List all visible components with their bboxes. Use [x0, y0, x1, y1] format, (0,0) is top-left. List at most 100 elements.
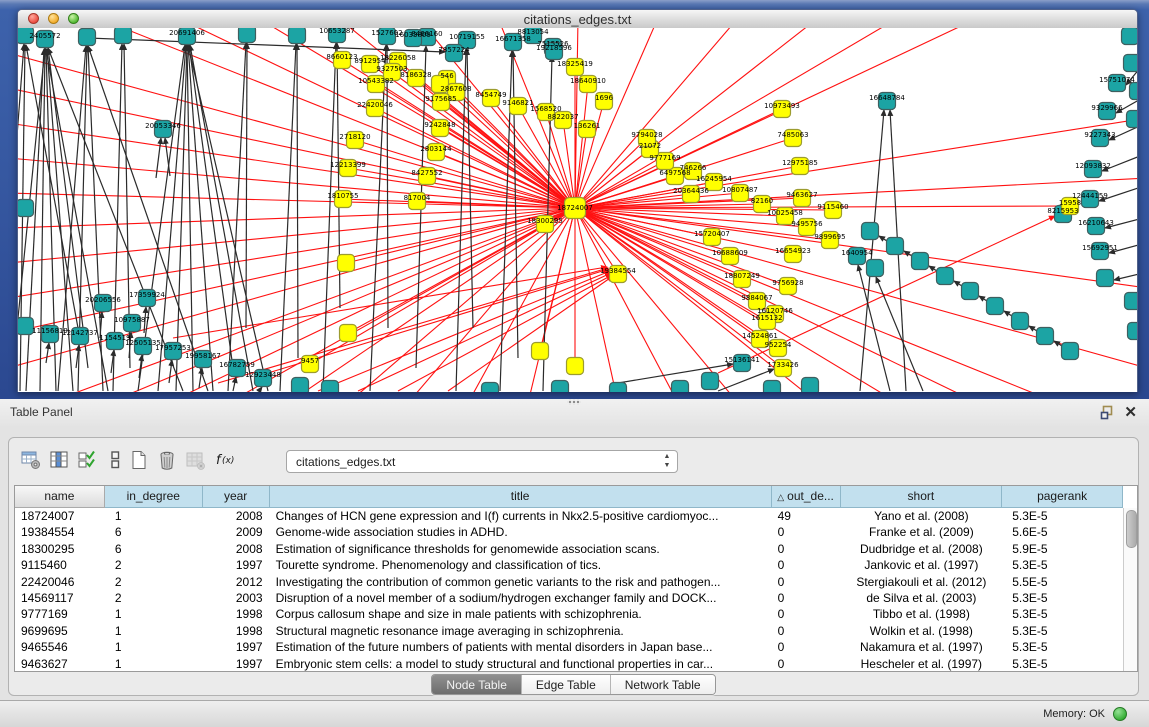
graph-node[interactable]: [567, 358, 584, 375]
column-header-short[interactable]: short: [841, 486, 1003, 508]
graph-edge[interactable]: [18, 208, 575, 228]
column-header-year[interactable]: year: [203, 486, 270, 508]
table-row[interactable]: 1872400712008Changes of HCN gene express…: [15, 508, 1123, 524]
graph-node[interactable]: [1125, 293, 1138, 310]
graph-edge[interactable]: [288, 208, 575, 392]
graph-edge[interactable]: [376, 84, 575, 208]
graph-node[interactable]: [1012, 313, 1029, 330]
graph-edge[interactable]: [468, 208, 575, 392]
graph-edge[interactable]: [876, 277, 923, 391]
table-row[interactable]: 977716911998Corpus callosum shape and si…: [15, 606, 1123, 622]
column-header-name[interactable]: name: [15, 486, 105, 508]
column-visibility-icon[interactable]: [47, 448, 71, 472]
column-header-title[interactable]: title: [270, 486, 772, 508]
graph-edge[interactable]: [575, 28, 978, 208]
graph-node[interactable]: [1128, 323, 1138, 340]
graph-edge[interactable]: [26, 45, 78, 328]
graph-edge[interactable]: [20, 45, 25, 391]
graph-edge[interactable]: [858, 265, 890, 391]
graph-node[interactable]: [340, 325, 357, 342]
graph-edge[interactable]: [156, 138, 161, 178]
graph-node[interactable]: [1127, 111, 1138, 128]
column-header-pagerank[interactable]: pagerank: [1002, 486, 1123, 508]
graph-edge[interactable]: [1114, 273, 1137, 280]
graph-node[interactable]: [802, 378, 819, 393]
graph-edge[interactable]: [408, 208, 575, 392]
graph-edge[interactable]: [575, 101, 604, 208]
window-titlebar[interactable]: citations_edges.txt: [18, 10, 1137, 29]
graph-node[interactable]: [937, 268, 954, 285]
graph-edge[interactable]: [575, 208, 767, 321]
graph-node[interactable]: [1037, 328, 1054, 345]
graph-node[interactable]: [610, 383, 627, 393]
graph-edge[interactable]: [258, 28, 575, 208]
tab-node-table[interactable]: Node Table: [432, 675, 522, 694]
graph-node[interactable]: [322, 381, 339, 393]
graph-node[interactable]: [18, 318, 34, 335]
graph-node[interactable]: [862, 223, 879, 240]
import-table-icon[interactable]: [183, 448, 207, 472]
graph-node[interactable]: [338, 255, 355, 272]
graph-node[interactable]: [912, 253, 929, 270]
graph-edge[interactable]: [233, 377, 236, 391]
column-header-out_de[interactable]: △out_de...: [772, 486, 841, 508]
split-pane-handle[interactable]: [567, 399, 581, 405]
graph-node[interactable]: [482, 383, 499, 393]
graph-node[interactable]: [18, 200, 34, 217]
table-row[interactable]: 911546021997Tourette syndrome. Phenomeno…: [15, 557, 1123, 573]
graph-node[interactable]: [532, 343, 549, 360]
graph-node[interactable]: [1122, 28, 1138, 45]
graph-node[interactable]: [115, 28, 132, 44]
tab-network-table[interactable]: Network Table: [611, 675, 715, 694]
graph-node[interactable]: [1097, 270, 1114, 287]
graph-edge[interactable]: [46, 343, 49, 363]
table-mode-icon[interactable]: [103, 448, 127, 472]
graph-edge[interactable]: [575, 138, 647, 208]
graph-node[interactable]: [764, 381, 781, 393]
graph-node[interactable]: [867, 260, 884, 277]
graph-node[interactable]: [887, 238, 904, 255]
table-settings-icon[interactable]: [19, 448, 43, 472]
graph-edge[interactable]: [189, 45, 233, 368]
graph-node[interactable]: [239, 28, 256, 43]
network-canvas[interactable]: 2405572206914061065328715276028466160107…: [18, 28, 1137, 392]
close-panel-icon[interactable]: ✕: [1124, 405, 1137, 420]
graph-edge[interactable]: [18, 208, 575, 298]
table-selector[interactable]: citations_edges.txt ▲▼: [286, 450, 678, 473]
graph-node[interactable]: [962, 283, 979, 300]
graph-node[interactable]: [672, 381, 689, 393]
graph-node[interactable]: [292, 378, 309, 393]
tab-edge-table[interactable]: Edge Table: [522, 675, 611, 694]
graph-node[interactable]: [289, 28, 306, 44]
graph-edge[interactable]: [575, 28, 658, 208]
table-row[interactable]: 946554611997Estimation of the future num…: [15, 639, 1123, 655]
table-row[interactable]: 969969511998Structural magnetic resonanc…: [15, 623, 1123, 639]
row-selection-icon[interactable]: [75, 448, 99, 472]
graph-node[interactable]: [987, 298, 1004, 315]
memory-status-indicator[interactable]: [1113, 707, 1127, 721]
graph-node[interactable]: [1124, 55, 1138, 72]
graph-edge[interactable]: [259, 387, 262, 391]
graph-node[interactable]: [1130, 83, 1138, 100]
table-row[interactable]: 2242004622012Investigating the contribut…: [15, 574, 1123, 590]
graph-edge[interactable]: [575, 28, 898, 208]
column-header-in_degree[interactable]: in_degree: [105, 486, 203, 508]
new-table-icon[interactable]: [127, 448, 151, 472]
graph-edge[interactable]: [246, 43, 247, 328]
graph-node[interactable]: [552, 381, 569, 393]
graph-edge[interactable]: [387, 45, 388, 328]
function-builder-icon[interactable]: f (x): [213, 448, 237, 472]
table-row[interactable]: 1830029562008Estimation of significance …: [15, 541, 1123, 557]
graph-edge[interactable]: [318, 271, 610, 391]
table-row[interactable]: 1456911722003Disruption of a novel membe…: [15, 590, 1123, 606]
graph-node[interactable]: [1062, 343, 1079, 360]
table-scrollbar-thumb[interactable]: [1126, 510, 1137, 548]
graph-node[interactable]: [702, 373, 719, 390]
table-row[interactable]: 946362711997Embryonic stem cells: a mode…: [15, 656, 1123, 671]
table-row[interactable]: 1938455462009Genome-wide association stu…: [15, 524, 1123, 540]
table-scrollbar[interactable]: [1123, 508, 1137, 671]
graph-edge[interactable]: [575, 178, 1137, 208]
float-panel-icon[interactable]: [1100, 405, 1115, 420]
delete-table-icon[interactable]: [155, 448, 179, 472]
graph-node[interactable]: [79, 29, 96, 46]
